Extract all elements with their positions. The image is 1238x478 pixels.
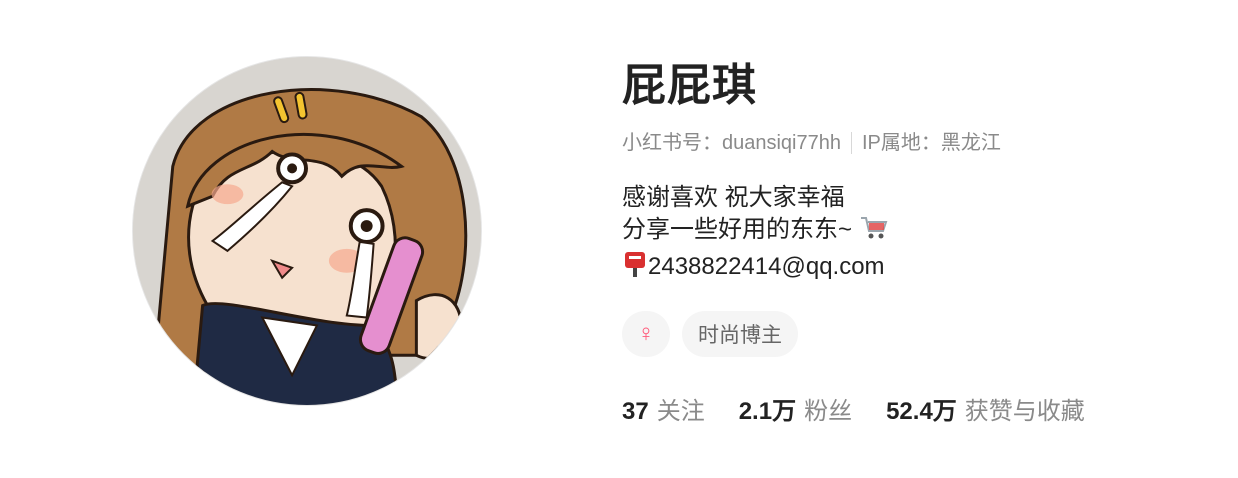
stat-likes-count: 52.4万	[886, 398, 957, 425]
profile-info: 屁屁琪 小红书号： duansiqi77hh IP属地： 黑龙江 感谢喜欢 祝大…	[622, 58, 1222, 426]
meta-divider	[851, 132, 852, 154]
postbox-icon	[622, 250, 648, 287]
bio-line-with-cart: 分享一些好用的东东~	[622, 214, 1222, 250]
ip-value: 黑龙江	[940, 132, 1001, 154]
nickname: 屁屁琪	[622, 61, 757, 110]
stat-likes-collects[interactable]: 52.4万 获赞与收藏	[886, 391, 1085, 426]
bio-line-with-postbox: 2438822414@qq.com	[622, 250, 1222, 287]
profile-stats: 37 关注 2.1万 粉丝 52.4万 获赞与收藏	[622, 391, 1222, 426]
ip-label: IP属地：	[862, 132, 941, 154]
bio-email[interactable]: 2438822414@qq.com	[648, 253, 885, 280]
category-tag[interactable]: 时尚博主	[682, 311, 798, 357]
stat-followers-label: 粉丝	[804, 398, 853, 425]
bio-line: 分享一些好用的东东~	[622, 216, 853, 243]
stat-followers[interactable]: 2.1万 粉丝	[739, 391, 852, 426]
gender-tag: ♀	[622, 311, 670, 357]
avatar[interactable]	[132, 56, 482, 406]
stat-followers-count: 2.1万	[738, 398, 797, 425]
bio: 感谢喜欢 祝大家幸福 分享一些好用的东东~ 2438822414@qq.com	[622, 182, 1222, 287]
stat-following[interactable]: 37 关注	[622, 391, 705, 426]
cartoon-girl-avatar	[133, 57, 481, 405]
female-icon: ♀	[637, 320, 655, 347]
bio-line: 感谢喜欢 祝大家幸福	[622, 184, 845, 211]
id-label: 小红书号：	[622, 132, 722, 154]
stat-following-count: 37	[622, 398, 649, 425]
profile-meta: 小红书号： duansiqi77hh IP属地： 黑龙江	[622, 128, 1222, 158]
stat-following-label: 关注	[656, 398, 705, 425]
stat-likes-label: 获赞与收藏	[964, 398, 1085, 425]
profile-tags: ♀ 时尚博主	[622, 311, 1222, 357]
id-value[interactable]: duansiqi77hh	[722, 128, 841, 158]
shopping-cart-icon	[859, 215, 889, 250]
category-tag-label: 时尚博主	[698, 324, 782, 347]
